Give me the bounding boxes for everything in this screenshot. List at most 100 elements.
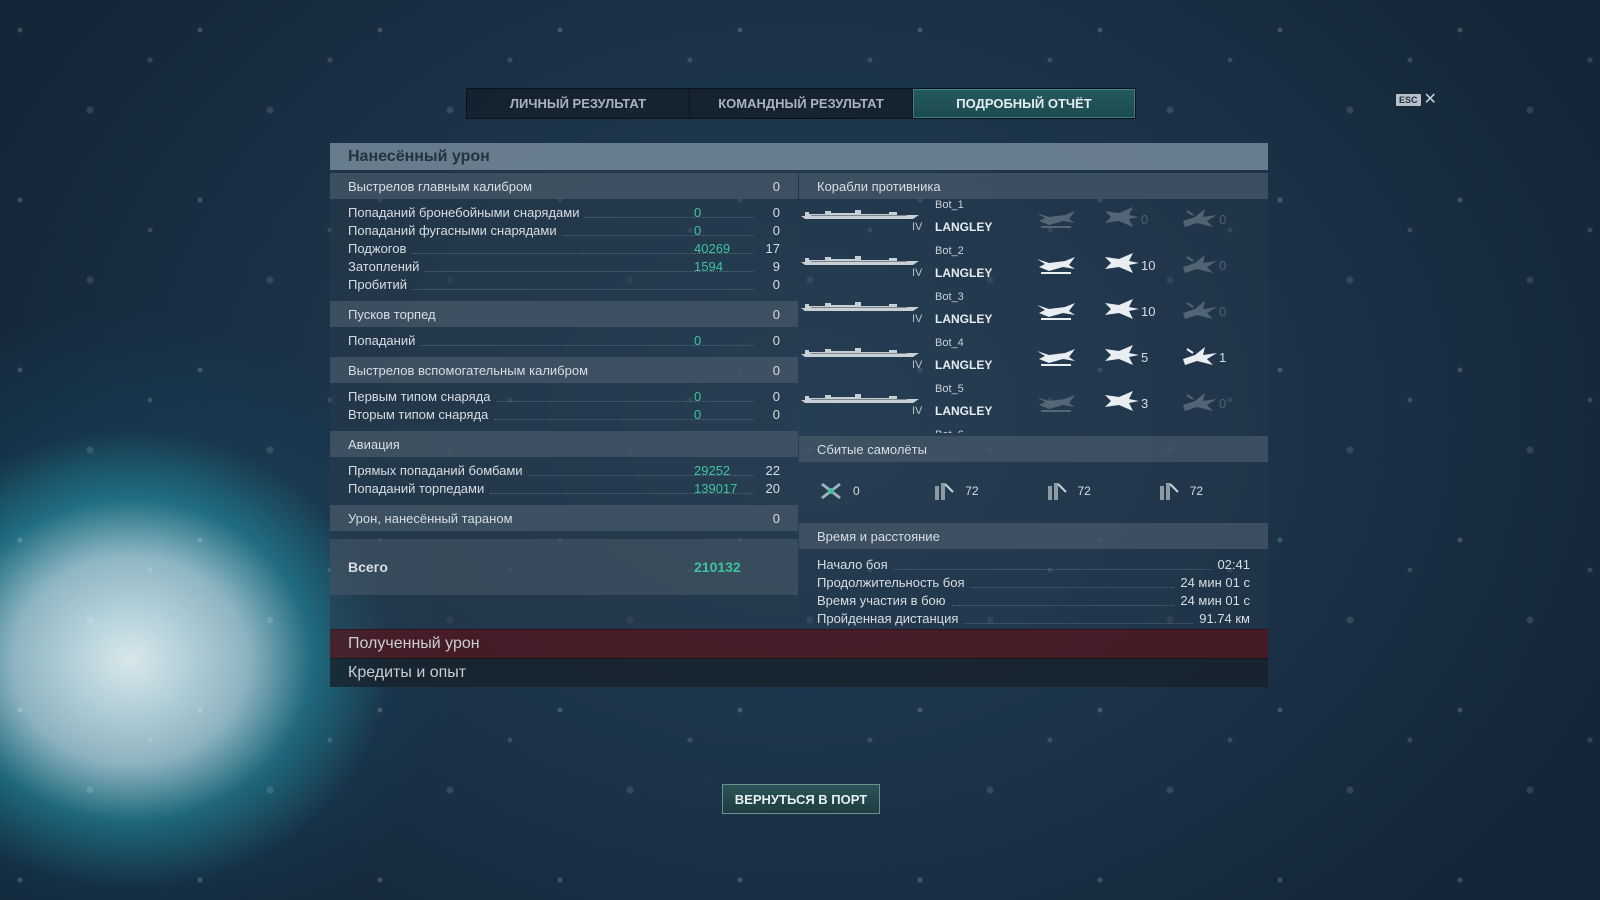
stat-row: Попаданий 0 0 xyxy=(330,331,798,349)
stat-damage: 0 xyxy=(694,388,702,404)
time-row: Продолжительность боя 24 мин 01 с xyxy=(799,573,1268,591)
ship-silhouette-icon xyxy=(801,394,919,403)
dotted-leader xyxy=(585,207,754,218)
carrier-plane-icon xyxy=(1037,303,1075,320)
stat-damage: 1594 xyxy=(694,258,723,274)
ship-tier: IV xyxy=(912,405,923,417)
dotted-leader xyxy=(951,595,1175,606)
hit-count: 0 xyxy=(1219,258,1227,273)
attack-aircraft-icon xyxy=(1159,483,1179,500)
time-value: 24 мин 01 с xyxy=(1180,592,1250,608)
carrier-plane-icon xyxy=(1037,349,1075,366)
hit-count: 10 xyxy=(1141,304,1156,319)
carrier-plane-icon xyxy=(1037,395,1075,412)
stat-label: Попаданий бронебойными снарядами xyxy=(348,204,580,220)
dotted-leader xyxy=(970,577,1175,588)
stat-label: Прямых попаданий бомбами xyxy=(348,462,523,478)
stat-label: Вторым типом снаряда xyxy=(348,406,489,422)
stat-value: 0 xyxy=(772,276,780,292)
main-battery-header: Выстрелов главным калибром 0 xyxy=(330,173,798,199)
ship-silhouette-icon xyxy=(801,256,919,265)
return-to-port-button[interactable]: ВЕРНУТЬСЯ В ПОРТ xyxy=(722,784,880,814)
plane-count: 72 xyxy=(1189,484,1204,498)
total-damage-row: Всего 210132 xyxy=(330,539,798,595)
enemy-ship-row[interactable]: Bot_6 xyxy=(799,429,1268,433)
enemy-ship-row[interactable]: Bot_5 IV LANGLEY 3 0 xyxy=(799,383,1268,429)
stat-value: 20 xyxy=(765,480,780,496)
stat-label: Попаданий фугасными снарядами xyxy=(348,222,557,238)
torpedo-plane-icon xyxy=(1183,393,1217,411)
plane-count: 72 xyxy=(965,484,979,498)
ram-header: Урон, нанесённый тараном 0 xyxy=(330,505,798,531)
bomber-icon xyxy=(1105,391,1139,411)
enemy-ship-row[interactable]: Bot_2 IV LANGLEY 10 0 xyxy=(799,245,1268,291)
dotted-leader xyxy=(421,335,754,346)
stat-value: 22 xyxy=(765,462,780,478)
hit-count: 0 xyxy=(1219,212,1227,227)
damage-dealt-header[interactable]: Нанесённый урон xyxy=(330,143,1268,170)
stat-row: Прямых попаданий бомбами 29252 22 xyxy=(330,461,798,479)
carrier-plane-icon xyxy=(1037,257,1075,274)
stat-row: Попаданий бронебойными снарядами 0 0 xyxy=(330,203,798,221)
dive-bomber-icon xyxy=(935,483,954,500)
torpedo-header: Пусков торпед 0 xyxy=(330,301,798,327)
credits-xp-section[interactable]: Кредиты и опыт xyxy=(330,658,1268,687)
tab-personal-result[interactable]: ЛИЧНЫЙ РЕЗУЛЬТАТ xyxy=(467,89,690,118)
torpedo-plane-icon xyxy=(1183,301,1217,319)
stat-value: 0 xyxy=(772,222,780,238)
dotted-leader xyxy=(893,559,1212,570)
stat-value: 0 xyxy=(772,332,780,348)
tab-team-result[interactable]: КОМАНДНЫЙ РЕЗУЛЬТАТ xyxy=(690,89,913,118)
ship-tier: IV xyxy=(912,221,923,233)
ship-player-name: Bot_3 xyxy=(935,291,964,303)
ship-name: LANGLEY xyxy=(935,266,993,280)
dotted-leader xyxy=(964,613,1194,624)
dotted-leader xyxy=(413,279,754,290)
hit-count: 3 xyxy=(1141,396,1149,411)
ship-player-name: Bot_1 xyxy=(935,199,964,211)
stat-row: Вторым типом снаряда 0 0 xyxy=(330,405,798,423)
damage-right-column: Корабли противника Bot_1 IV LANGLEY 0 0 Bot_2… xyxy=(799,170,1268,629)
plane-type-3: 72 xyxy=(1156,480,1268,502)
dotted-leader xyxy=(494,409,754,420)
ship-player-name: Bot_4 xyxy=(935,337,964,349)
esc-key-icon: ESC xyxy=(1396,94,1421,106)
enemy-ship-row[interactable]: Bot_1 IV LANGLEY 0 0 xyxy=(799,199,1268,245)
fighter-icon xyxy=(821,482,841,500)
ship-player-name: Bot_5 xyxy=(935,383,964,395)
enemy-ships-list[interactable]: Bot_1 IV LANGLEY 0 0 Bot_2 IV LANGLEY 10 0 Bot_3 IV… xyxy=(799,199,1268,433)
hit-count: 5 xyxy=(1141,350,1149,365)
time-row: Начало боя 02:41 xyxy=(799,555,1268,573)
ship-player-name: Bot_2 xyxy=(935,245,964,257)
stat-row: Попаданий торпедами 139017 20 xyxy=(330,479,798,497)
tab-detailed-report[interactable]: ПОДРОБНЫЙ ОТЧЁТ xyxy=(913,89,1135,118)
enemy-ship-row[interactable]: Bot_4 IV LANGLEY 5 1 xyxy=(799,337,1268,383)
total-label: Всего xyxy=(348,559,388,575)
stat-label: Первым типом снаряда xyxy=(348,388,491,404)
bomber-icon xyxy=(1105,299,1139,319)
stat-damage: 29252 xyxy=(694,462,731,478)
plane-count: 72 xyxy=(1077,484,1091,498)
time-label: Пройденная дистанция xyxy=(817,610,959,626)
ship-player-name: Bot_6 xyxy=(935,429,964,433)
hit-count: 0 xyxy=(1219,304,1227,319)
ship-name: LANGLEY xyxy=(935,220,993,234)
ship-name: LANGLEY xyxy=(935,358,993,372)
tab-bar: ЛИЧНЫЙ РЕЗУЛЬТАТ КОМАНДНЫЙ РЕЗУЛЬТАТ ПОД… xyxy=(466,88,1136,119)
hit-count: 0 xyxy=(1219,396,1227,411)
stat-damage: 0 xyxy=(694,222,702,238)
close-button[interactable]: ESC ✕ xyxy=(1396,92,1437,108)
received-damage-section[interactable]: Полученный урон xyxy=(330,629,1268,658)
plane-type-1: 72 xyxy=(931,480,1043,502)
torpedo-plane-icon xyxy=(1183,255,1217,273)
stat-row: Первым типом снаряда 0 0 xyxy=(330,387,798,405)
time-label: Начало боя xyxy=(817,556,888,572)
damage-left-column: Выстрелов главным калибром 0 Попаданий бр… xyxy=(330,170,798,629)
stat-damage: 0 xyxy=(694,204,702,220)
time-value: 91.74 км xyxy=(1199,610,1250,626)
dotted-leader xyxy=(562,225,754,236)
stat-value: 9 xyxy=(772,258,780,274)
stat-label: Попаданий торпедами xyxy=(348,480,485,496)
enemy-ship-row[interactable]: Bot_3 IV LANGLEY 10 0 xyxy=(799,291,1268,337)
time-value: 02:41 xyxy=(1217,556,1250,572)
